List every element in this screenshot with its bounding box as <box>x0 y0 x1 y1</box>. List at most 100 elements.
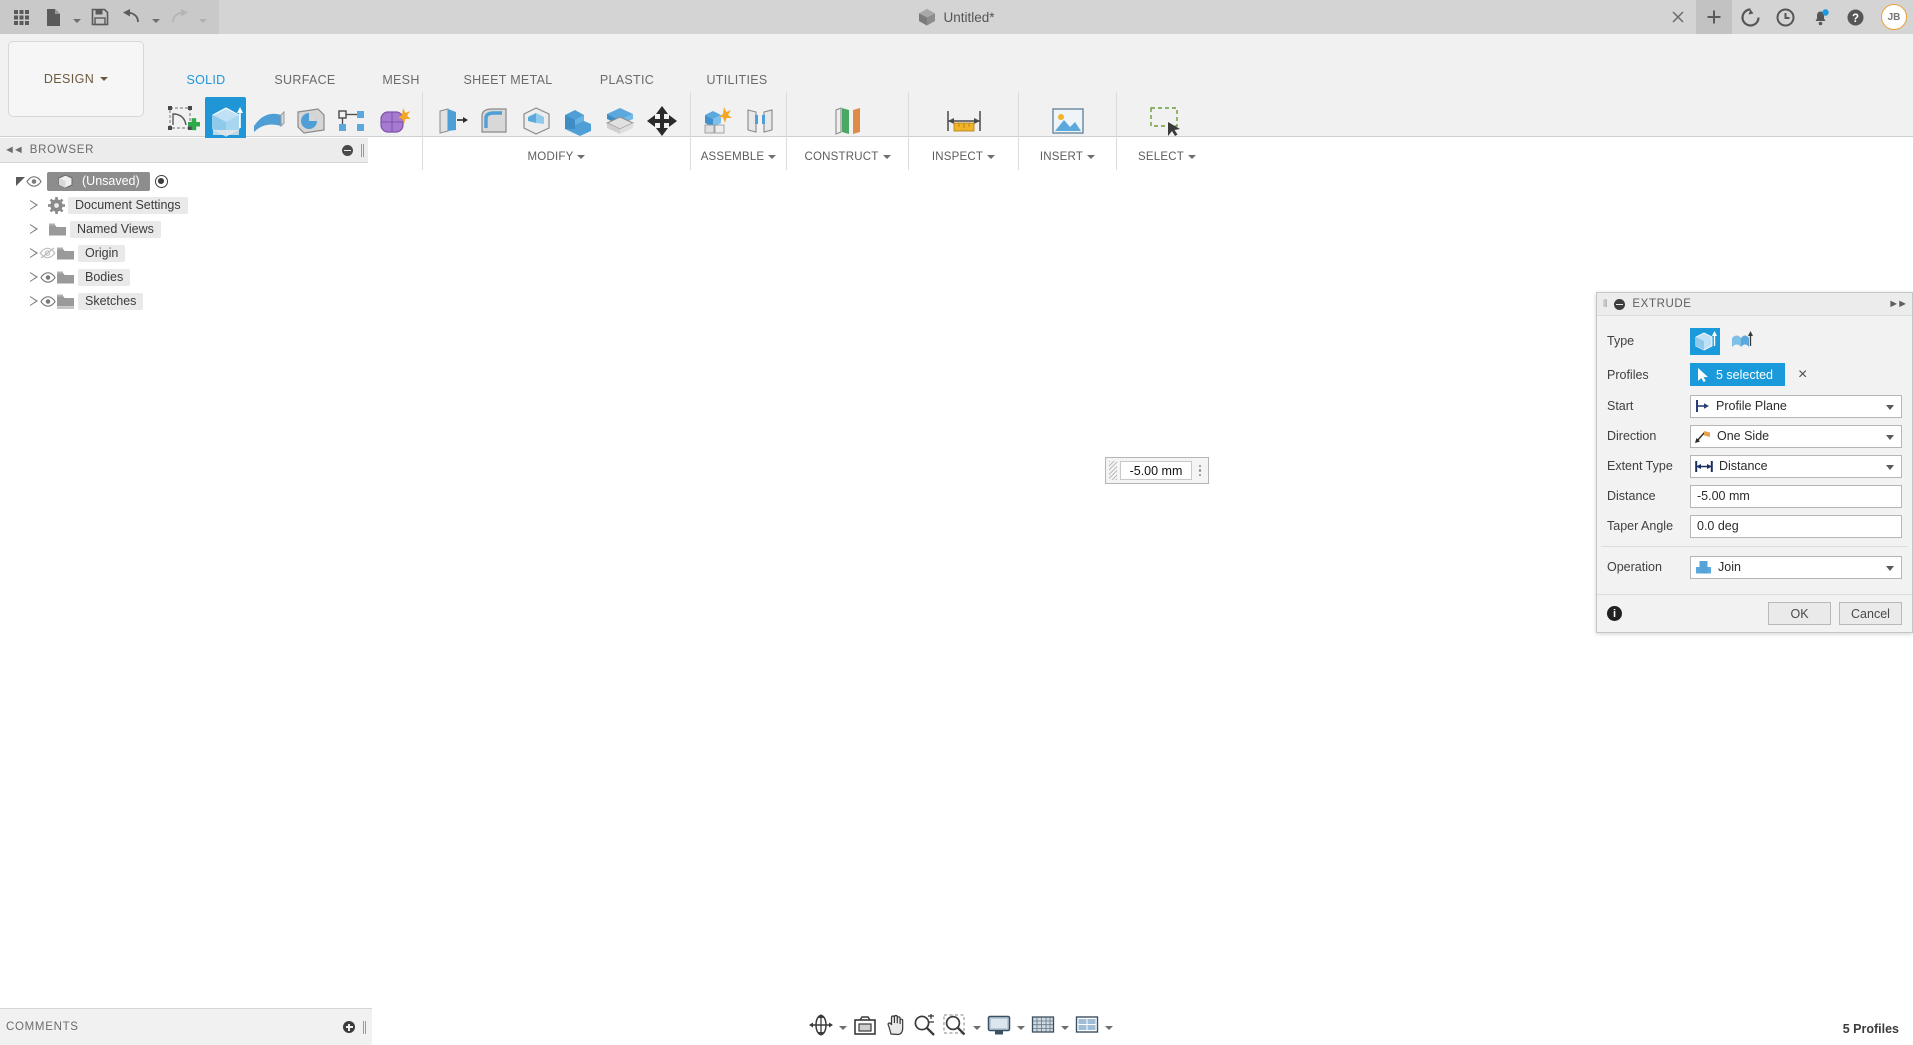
press-pull-icon[interactable] <box>431 97 472 145</box>
expander-right-icon[interactable] <box>30 271 39 283</box>
operation-dropdown[interactable]: Join <box>1690 555 1902 579</box>
profiles-selection-pill[interactable]: 5 selected <box>1690 363 1785 386</box>
panel-insert-label[interactable]: INSERT <box>1040 147 1096 167</box>
move-copy-icon[interactable] <box>641 97 682 145</box>
panel-modify-label[interactable]: MODIFY <box>528 147 586 167</box>
help-icon[interactable]: ? <box>1839 0 1872 34</box>
new-tab-icon[interactable] <box>1696 0 1732 34</box>
tab-solid[interactable]: SOLID <box>160 73 252 89</box>
viewports-caret[interactable] <box>1103 1011 1115 1039</box>
undo-caret[interactable] <box>149 2 162 32</box>
measure-icon[interactable] <box>943 97 984 145</box>
display-settings-icon[interactable] <box>984 1011 1014 1039</box>
expander-right-icon[interactable] <box>30 295 39 307</box>
direction-dropdown[interactable]: One Side <box>1690 424 1902 448</box>
extent-type-dropdown[interactable]: Distance <box>1690 454 1902 478</box>
collapse-left-icon[interactable]: ◄◄ <box>4 144 24 156</box>
redo-caret[interactable] <box>196 2 209 32</box>
drag-grip[interactable] <box>1109 461 1117 480</box>
expander-down-icon[interactable] <box>16 176 25 186</box>
tree-item-origin[interactable]: Origin <box>0 241 368 265</box>
look-at-icon[interactable] <box>850 1011 880 1039</box>
fillet-icon[interactable] <box>473 97 514 145</box>
grid-snaps-icon[interactable] <box>1028 1011 1058 1039</box>
visibility-eye-icon[interactable] <box>39 295 56 307</box>
tab-mesh[interactable]: MESH <box>358 73 444 89</box>
extensions-icon[interactable] <box>1734 0 1767 34</box>
tab-surface[interactable]: SURFACE <box>252 73 358 89</box>
start-dropdown[interactable]: Profile Plane <box>1690 394 1902 418</box>
taper-angle-input[interactable]: 0.0 deg <box>1690 514 1902 538</box>
form-icon[interactable] <box>373 97 414 145</box>
expander-right-icon[interactable] <box>30 199 39 211</box>
tree-item-sketches[interactable]: Sketches <box>0 289 368 313</box>
undo-icon[interactable] <box>117 2 147 32</box>
chevron-down-icon[interactable] <box>1886 434 1894 440</box>
ok-button[interactable]: OK <box>1768 602 1831 625</box>
tab-sheet-metal[interactable]: SHEET METAL <box>444 73 572 89</box>
tree-item-bodies[interactable]: Bodies <box>0 265 368 289</box>
comments-resize-grip[interactable] <box>363 1020 366 1034</box>
grid-menu-icon[interactable] <box>6 2 36 32</box>
minus-circle-icon[interactable] <box>1614 298 1626 310</box>
fit-caret[interactable] <box>971 1011 983 1039</box>
combine-icon[interactable] <box>557 97 598 145</box>
browser-resize-grip[interactable] <box>361 143 364 157</box>
cancel-button[interactable]: Cancel <box>1839 602 1902 625</box>
chevron-down-icon[interactable] <box>1886 565 1894 571</box>
viewports-icon[interactable] <box>1072 1011 1102 1039</box>
close-tab-icon[interactable] <box>1661 0 1694 34</box>
expand-right-icon[interactable]: ►► <box>1888 298 1908 310</box>
avatar[interactable]: JB <box>1881 4 1907 30</box>
orbit-icon[interactable] <box>806 1011 836 1039</box>
workspace-switcher[interactable]: DESIGN <box>8 41 144 117</box>
tree-item-document-settings[interactable]: Document Settings <box>0 193 368 217</box>
offset-face-icon[interactable] <box>599 97 640 145</box>
panel-assemble-label[interactable]: ASSEMBLE <box>701 147 777 167</box>
zoom-icon[interactable] <box>910 1011 939 1039</box>
fit-icon[interactable] <box>940 1011 970 1039</box>
dialog-grip[interactable]: ⦀ <box>1603 299 1607 310</box>
visibility-eye-icon[interactable] <box>25 175 42 187</box>
activate-component-radio[interactable] <box>154 174 168 188</box>
joint-icon[interactable] <box>739 97 780 145</box>
offset-plane-icon[interactable] <box>827 97 868 145</box>
tab-utilities[interactable]: UTILITIES <box>682 73 792 89</box>
panel-select-label[interactable]: SELECT <box>1138 147 1196 167</box>
redo-icon[interactable] <box>164 2 194 32</box>
shell-icon[interactable] <box>515 97 556 145</box>
extrude-profile-icon[interactable] <box>1690 327 1720 355</box>
dimension-input-widget[interactable]: -5.00 mm <box>1105 457 1209 484</box>
visibility-eye-hidden-icon[interactable] <box>39 247 56 259</box>
expander-right-icon[interactable] <box>30 247 39 259</box>
select-window-icon[interactable] <box>1147 97 1188 145</box>
notifications-icon[interactable] <box>1804 0 1837 34</box>
new-file-icon[interactable] <box>38 2 68 32</box>
chevron-down-icon[interactable] <box>1886 464 1894 470</box>
job-status-icon[interactable] <box>1769 0 1802 34</box>
orbit-caret[interactable] <box>837 1011 849 1039</box>
more-options-icon[interactable] <box>1195 464 1205 477</box>
save-icon[interactable] <box>85 2 115 32</box>
new-component-icon[interactable] <box>697 97 738 145</box>
minus-circle-icon[interactable] <box>342 144 353 156</box>
info-icon[interactable]: i <box>1607 606 1622 621</box>
panel-construct-label[interactable]: CONSTRUCT <box>805 147 891 167</box>
visibility-eye-icon[interactable] <box>39 271 56 283</box>
extrude-surface-icon[interactable] <box>1727 328 1755 355</box>
tab-plastic[interactable]: PLASTIC <box>572 73 682 89</box>
pan-icon[interactable] <box>881 1011 909 1039</box>
tree-item-named-views[interactable]: Named Views <box>0 217 368 241</box>
dimension-value-input[interactable]: -5.00 mm <box>1120 461 1192 480</box>
insert-image-icon[interactable] <box>1047 97 1088 145</box>
chevron-down-icon[interactable] <box>1886 404 1894 410</box>
tree-item-unsaved[interactable]: (Unsaved) <box>0 169 368 193</box>
clear-selection-icon[interactable]: × <box>1798 366 1807 383</box>
expander-right-icon[interactable] <box>30 223 39 235</box>
plus-circle-icon[interactable] <box>343 1021 355 1033</box>
distance-input[interactable]: -5.00 mm <box>1690 484 1902 508</box>
panel-inspect-label[interactable]: INSPECT <box>932 147 996 167</box>
grid-snaps-caret[interactable] <box>1059 1011 1071 1039</box>
display-settings-caret[interactable] <box>1015 1011 1027 1039</box>
new-file-caret[interactable] <box>70 2 83 32</box>
